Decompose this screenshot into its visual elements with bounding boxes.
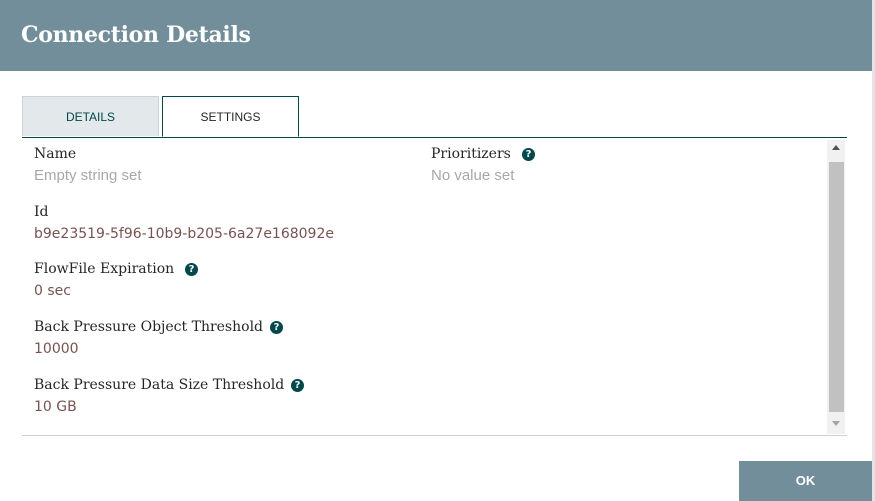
connection-details-dialog: Connection Details DETAILS SETTINGS Name… (0, 0, 875, 501)
scroll-up-arrow-icon[interactable] (827, 142, 845, 156)
scroll-down-arrow-icon[interactable] (827, 418, 845, 432)
flowfile-expiration-value: 0 sec (34, 283, 71, 299)
tab-settings[interactable]: SETTINGS (162, 96, 299, 137)
prioritizers-value: No value set (431, 167, 515, 184)
scroll-thumb[interactable] (829, 162, 844, 412)
back-pressure-size-value: 10 GB (34, 399, 77, 415)
id-value: b9e23519-5f96-10b9-b205-6a27e168092e (34, 226, 334, 242)
scrollbar[interactable] (827, 140, 845, 434)
back-pressure-object-label: Back Pressure Object Threshold (34, 319, 264, 335)
back-pressure-object-value: 10000 (34, 341, 79, 357)
help-icon[interactable]: ? (522, 148, 535, 161)
back-pressure-size-label: Back Pressure Data Size Threshold (34, 377, 285, 393)
tab-bar: DETAILS SETTINGS (22, 96, 847, 138)
dialog-title: Connection Details (21, 22, 251, 48)
prioritizers-label: Prioritizers (431, 146, 511, 162)
tab-details[interactable]: DETAILS (22, 96, 159, 136)
help-icon[interactable]: ? (185, 263, 198, 276)
flowfile-expiration-label: FlowFile Expiration (34, 261, 175, 277)
help-icon[interactable]: ? (270, 321, 283, 334)
name-label: Name (34, 146, 77, 162)
settings-panel: Name Empty string set Id b9e23519-5f96-1… (22, 138, 847, 436)
dialog-header: Connection Details (0, 0, 872, 71)
name-value: Empty string set (34, 167, 142, 184)
ok-button[interactable]: OK (739, 461, 872, 501)
help-icon[interactable]: ? (291, 379, 304, 392)
id-label: Id (34, 204, 49, 220)
